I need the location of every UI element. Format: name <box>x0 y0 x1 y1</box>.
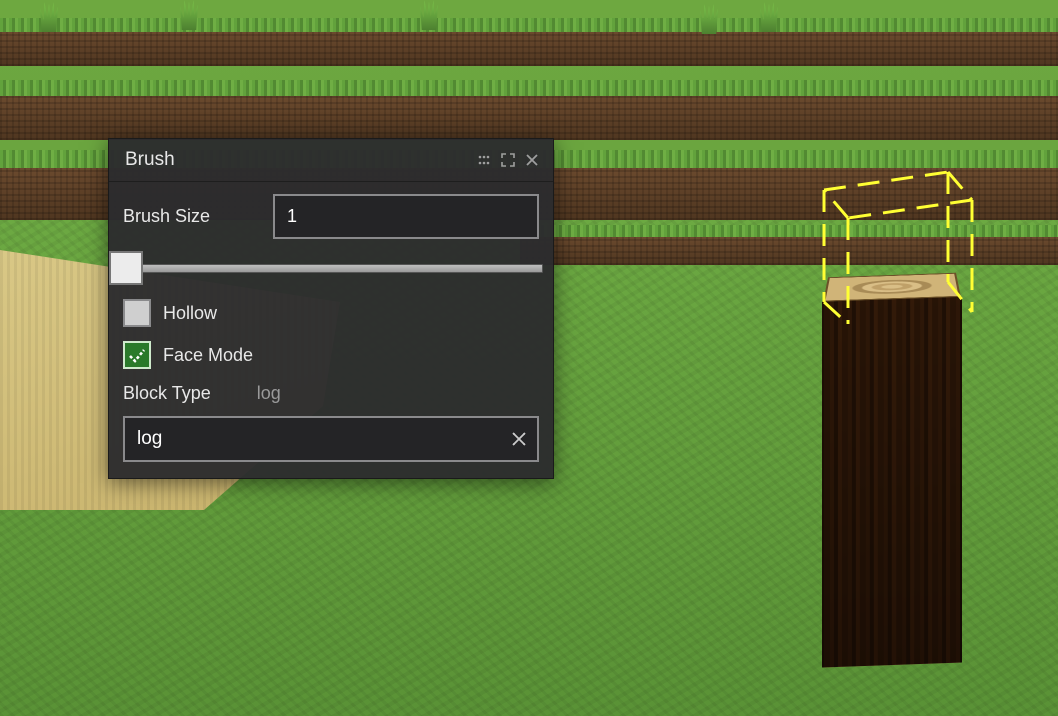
brush-panel: Brush Brush Size <box>108 138 554 479</box>
clear-icon[interactable] <box>509 429 529 449</box>
face-mode-row: Face Mode <box>123 341 539 369</box>
block-type-input-row <box>123 416 539 462</box>
terrain-step <box>0 18 1058 66</box>
game-viewport[interactable]: Brush Brush Size <box>0 0 1058 716</box>
face-mode-label: Face Mode <box>163 345 253 366</box>
panel-header[interactable]: Brush <box>109 139 553 182</box>
brush-size-row: Brush Size <box>123 194 539 239</box>
brush-size-slider[interactable] <box>109 251 553 283</box>
block-type-input[interactable] <box>123 416 539 462</box>
block-type-row: Block Type log <box>123 383 539 404</box>
brush-size-label: Brush Size <box>123 206 273 227</box>
block-type-label: Block Type <box>123 383 211 404</box>
tall-grass <box>420 0 438 30</box>
slider-track <box>119 264 543 273</box>
hollow-row: Hollow <box>123 299 539 327</box>
hollow-label: Hollow <box>163 303 217 324</box>
slider-thumb[interactable] <box>109 251 143 285</box>
terrain-step <box>520 225 1058 265</box>
placed-log-column <box>822 273 962 668</box>
close-icon[interactable] <box>525 153 539 167</box>
tall-grass <box>760 2 778 32</box>
hollow-checkbox[interactable] <box>123 299 151 327</box>
terrain-step <box>0 80 1058 140</box>
brush-size-input[interactable] <box>273 194 539 239</box>
face-mode-checkbox[interactable] <box>123 341 151 369</box>
drag-grip-icon[interactable] <box>477 153 491 167</box>
tall-grass <box>40 2 58 32</box>
block-type-current: log <box>257 383 281 404</box>
panel-title: Brush <box>125 149 175 171</box>
expand-icon[interactable] <box>501 153 515 167</box>
tall-grass <box>180 0 198 30</box>
